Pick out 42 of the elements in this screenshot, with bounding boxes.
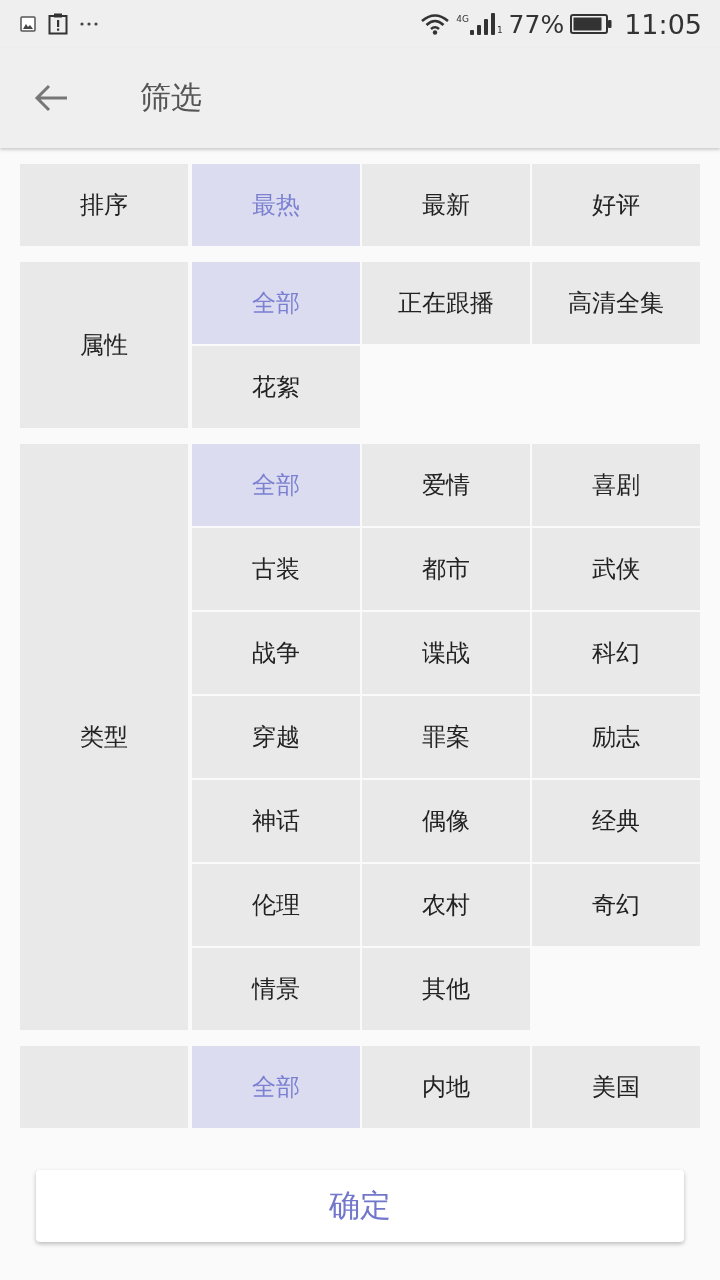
sim-slot-label: 1 bbox=[496, 26, 503, 35]
page-title: 筛选 bbox=[140, 78, 202, 117]
battery-percent: 77% bbox=[508, 9, 565, 39]
filter-option[interactable]: 爱情 bbox=[362, 444, 530, 526]
filter-option[interactable]: 内地 bbox=[362, 1046, 530, 1128]
battery-icon bbox=[570, 14, 613, 34]
filter-label-cell: 属性 bbox=[20, 262, 188, 428]
filter-option[interactable]: 正在跟播 bbox=[362, 262, 530, 344]
filter-option[interactable]: 偶像 bbox=[362, 780, 530, 862]
signal-icon bbox=[469, 13, 496, 35]
filter-option[interactable]: 穿越 bbox=[192, 696, 360, 778]
filter-option[interactable]: 农村 bbox=[362, 864, 530, 946]
filter-label-cell: 类型 bbox=[20, 444, 188, 1030]
filter-option[interactable]: 罪案 bbox=[362, 696, 530, 778]
filter-option[interactable]: 神话 bbox=[192, 780, 360, 862]
filter-option[interactable]: 励志 bbox=[532, 696, 700, 778]
filter-option[interactable]: 高清全集 bbox=[532, 262, 700, 344]
more-icon bbox=[80, 22, 98, 26]
clock-time: 11:05 bbox=[624, 8, 702, 40]
filter-option[interactable]: 情景 bbox=[192, 948, 360, 1030]
filter-option[interactable]: 战争 bbox=[192, 612, 360, 694]
wifi-icon bbox=[420, 13, 451, 35]
filter-option[interactable]: 古装 bbox=[192, 528, 360, 610]
image-icon bbox=[20, 16, 36, 32]
filter-option[interactable]: 其他 bbox=[362, 948, 530, 1030]
filter-option[interactable]: 都市 bbox=[362, 528, 530, 610]
filter-option[interactable]: 美国 bbox=[532, 1046, 700, 1128]
filter-label-cell: 排序 bbox=[20, 164, 188, 246]
filter-option[interactable]: 谍战 bbox=[362, 612, 530, 694]
filter-option[interactable]: 好评 bbox=[532, 164, 700, 246]
filter-option[interactable]: 科幻 bbox=[532, 612, 700, 694]
filter-option[interactable]: 奇幻 bbox=[532, 864, 700, 946]
filter-option[interactable]: 经典 bbox=[532, 780, 700, 862]
filter-option[interactable]: 最新 bbox=[362, 164, 530, 246]
clipboard-alert-icon bbox=[48, 13, 68, 35]
filter-option[interactable]: 喜剧 bbox=[532, 444, 700, 526]
back-arrow-icon[interactable] bbox=[34, 84, 68, 112]
network-type-label: 4G bbox=[456, 15, 469, 24]
filter-option[interactable]: 伦理 bbox=[192, 864, 360, 946]
filter-option[interactable]: 武侠 bbox=[532, 528, 700, 610]
filter-option[interactable]: 花絮 bbox=[192, 346, 360, 428]
confirm-button[interactable]: 确定 bbox=[36, 1170, 684, 1242]
